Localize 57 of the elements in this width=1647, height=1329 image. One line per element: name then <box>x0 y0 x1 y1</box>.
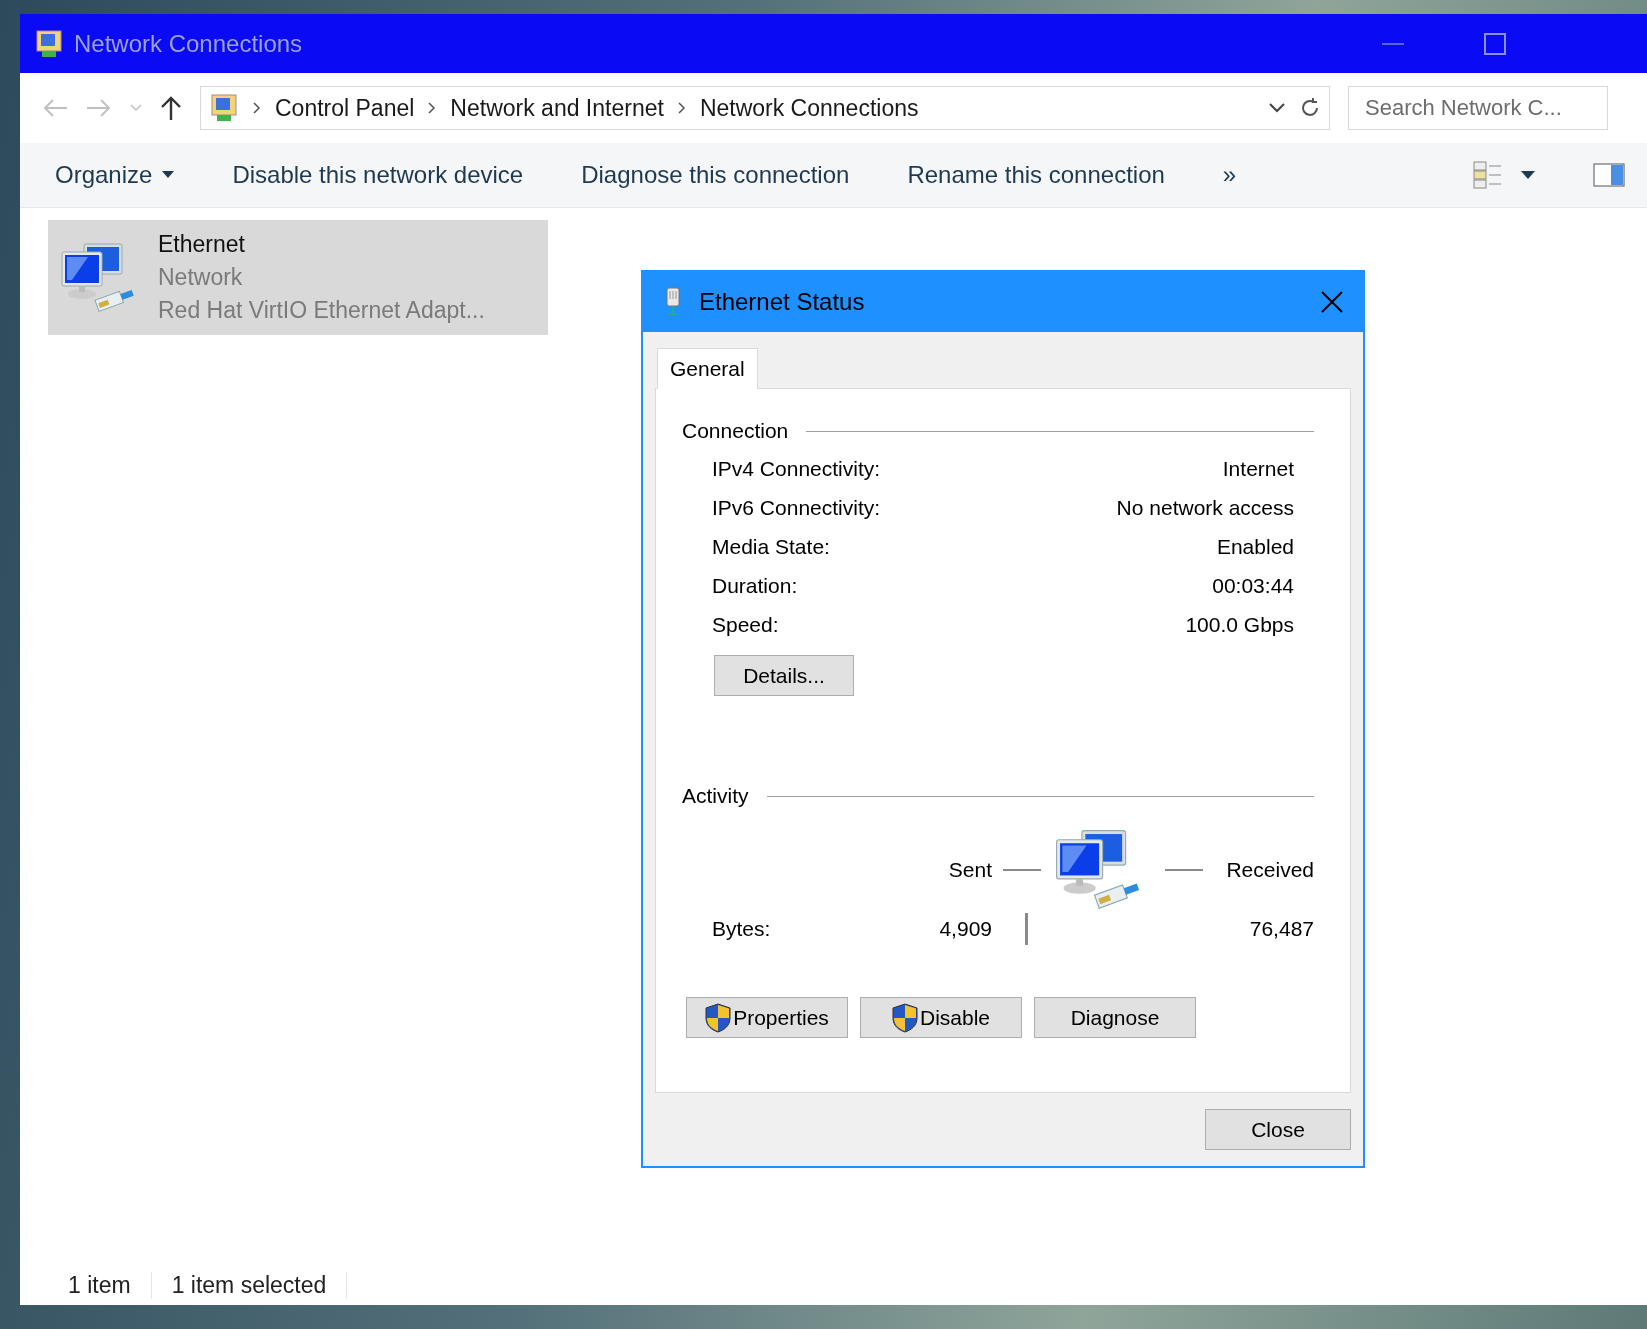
dialog-button[interactable]: Properties <box>686 997 848 1039</box>
field-value: Enabled <box>1216 535 1294 559</box>
connection-network: Network <box>158 264 244 291</box>
control-panel-icon <box>209 93 239 123</box>
bytes-label: Bytes: <box>712 917 772 942</box>
command-button[interactable]: Disable this network device <box>232 161 524 189</box>
tab[interactable]: General <box>657 348 758 389</box>
field-label: IPv6 Connectivity: <box>712 496 881 520</box>
maximize-icon[interactable] <box>1484 32 1506 55</box>
command-button[interactable]: Rename this connection <box>907 161 1165 189</box>
window-title: Network Connections <box>74 29 303 58</box>
connection-item[interactable]: Ethernet Network Red Hat VirtIO Ethernet Adapt... <box>48 220 548 335</box>
control-panel-icon <box>34 28 64 59</box>
refresh-icon[interactable] <box>1299 97 1321 119</box>
details-button[interactable]: Details... <box>714 655 854 696</box>
command-button[interactable]: Diagnose this connection <box>581 161 850 189</box>
close-icon <box>1321 291 1343 313</box>
field-value: Internet <box>1222 457 1294 481</box>
caret-icon <box>162 171 175 179</box>
caret-icon[interactable] <box>1521 170 1535 180</box>
received-label: Received <box>1226 857 1314 882</box>
field-label: Duration: <box>712 574 798 598</box>
connection-adapter: Red Hat VirtIO Ethernet Adapt... <box>158 297 485 324</box>
breadcrumb[interactable]: Network Connections <box>699 94 919 122</box>
status-text: 1 item selected <box>151 1271 348 1299</box>
preview-pane-icon[interactable] <box>1593 163 1625 187</box>
shield-icon <box>705 1002 732 1033</box>
status-text: 1 item <box>48 1271 152 1299</box>
breadcrumb[interactable]: Network and Internet <box>450 94 664 122</box>
connection-name: Ethernet <box>158 231 246 258</box>
group-heading: Activity <box>682 784 749 808</box>
back-arrow-icon[interactable] <box>42 98 68 118</box>
breadcrumb[interactable]: Control Panel <box>275 94 415 122</box>
bytes-sent: 4,909 <box>939 917 992 942</box>
dialog-title: Ethernet Status <box>699 288 865 316</box>
field-value: No network access <box>1116 496 1294 520</box>
field-label: Media State: <box>712 535 830 559</box>
organize-menu[interactable]: Organize <box>55 161 175 189</box>
field-label: IPv4 Connectivity: <box>712 457 881 481</box>
dialog-button[interactable]: Diagnose <box>1034 997 1196 1039</box>
up-arrow-icon[interactable] <box>160 95 182 121</box>
more-button[interactable]: » <box>1222 161 1237 189</box>
field-value: 100.0 Gbps <box>1185 613 1294 637</box>
group-heading: Connection <box>682 419 789 443</box>
search-field[interactable]: Search Network C... <box>1348 86 1608 130</box>
address-bar[interactable]: Control Panel Network and Internet Network Connections <box>200 86 1330 130</box>
shield-icon <box>891 1002 918 1033</box>
dialog-button[interactable]: Disable <box>860 997 1022 1039</box>
sent-label: Sent <box>948 857 992 882</box>
field-value: 00:03:44 <box>1212 574 1294 598</box>
ethernet-plug-icon <box>665 287 681 317</box>
view-options-icon[interactable] <box>1473 161 1503 189</box>
chevron-down-icon[interactable] <box>1269 103 1285 113</box>
field-label: Speed: <box>712 613 779 637</box>
close-button[interactable]: Close <box>1205 1109 1351 1150</box>
bytes-received: 76,487 <box>1249 917 1314 942</box>
forward-arrow-icon[interactable] <box>86 98 112 118</box>
